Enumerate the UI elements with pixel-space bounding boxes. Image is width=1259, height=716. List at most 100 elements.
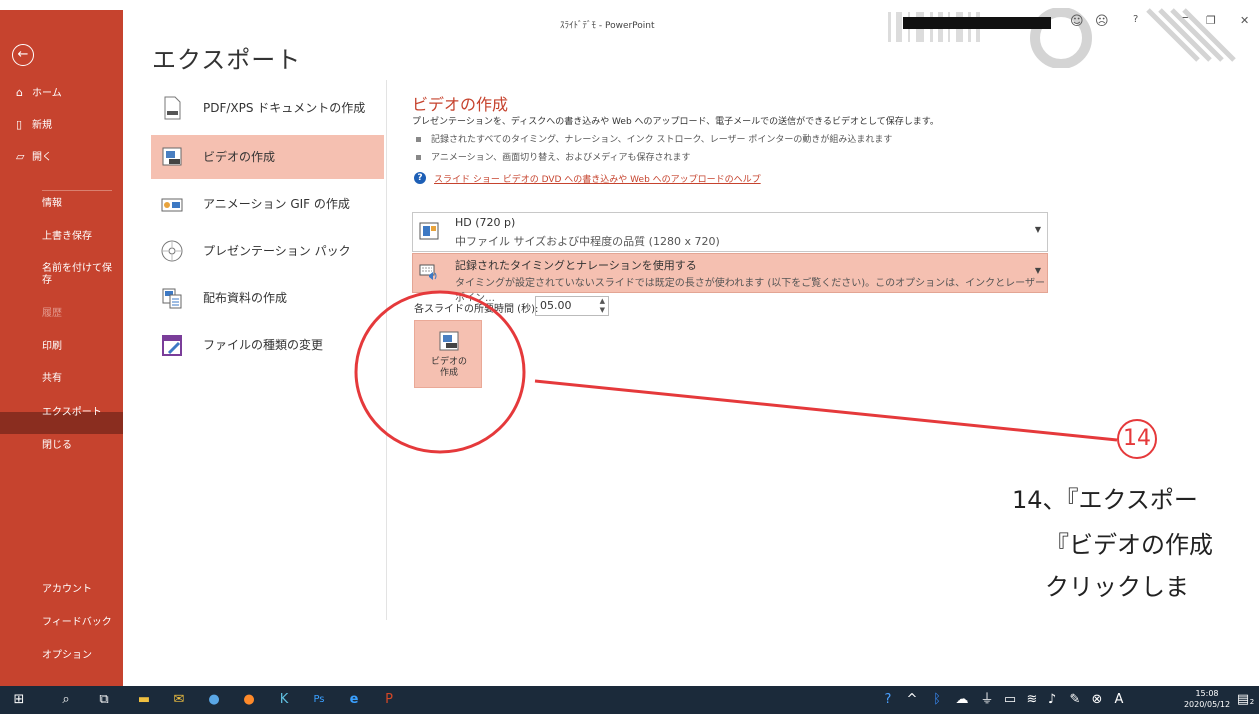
notification-count: 2 [1249, 698, 1255, 706]
sidebar-item-save[interactable]: 上書き保存 [0, 231, 123, 243]
chevron-down-icon: ▼ [1034, 225, 1041, 234]
window-title: ｽﾗｲﾄﾞﾃﾞﾓ - PowerPoint [560, 21, 655, 31]
smile-feedback-icon[interactable]: ☺ [1070, 14, 1084, 29]
handout-icon [162, 288, 182, 309]
windows-start-icon[interactable]: ⊞ [10, 691, 28, 709]
help-tray-icon[interactable]: ? [880, 691, 896, 709]
minimize-button[interactable]: – [1182, 10, 1189, 25]
battery-icon[interactable]: ▭ [1003, 691, 1017, 709]
export-option-label: PDF/XPS ドキュメントの作成 [203, 101, 366, 115]
clock-date[interactable]: 2020/05/12 [1183, 700, 1231, 709]
export-option-label: プレゼンテーション パック [203, 244, 351, 258]
sidebar-item-label: ホーム [32, 88, 62, 99]
sidebar-item-save-as[interactable]: 名前を付けて保 存 [0, 263, 123, 287]
sidebar-item-export[interactable]: エクスポート [0, 407, 123, 419]
panel-divider [386, 80, 387, 620]
sidebar-item-label: 開く [32, 152, 52, 163]
duration-spinner[interactable]: 05.00 ▲ ▼ [535, 296, 609, 316]
quality-dropdown[interactable]: HD (720 p) 中ファイル サイズおよび中程度の品質 (1280 x 72… [412, 212, 1048, 252]
sidebar-item-close[interactable]: 閉じる [0, 440, 123, 452]
help-question-icon: ? [414, 172, 426, 184]
bullet-text: 記録されたすべてのタイミング、ナレーション、インク ストローク、レーザー ポイン… [431, 135, 893, 145]
sidebar-item-open[interactable]: ▱ 開く [0, 150, 123, 165]
bluetooth-icon[interactable]: ᛒ [930, 691, 944, 709]
sidebar-item-history: 履歴 [42, 308, 62, 319]
sidebar-item-options[interactable]: オプション [0, 650, 123, 662]
bullet-square-icon [416, 155, 421, 160]
sidebar-item-print[interactable]: 印刷 [0, 341, 123, 353]
task-view-icon[interactable]: ⧉ [95, 691, 113, 709]
export-option-video[interactable]: ビデオの作成 [151, 135, 384, 179]
export-option-change-type[interactable]: ファイルの種類の変更 [151, 323, 384, 367]
pdf-icon [164, 96, 181, 120]
gif-icon [161, 198, 183, 212]
mail-icon[interactable]: ✉ [170, 691, 188, 709]
frown-feedback-icon[interactable]: ☹ [1095, 14, 1109, 29]
close-window-button[interactable]: ✕ [1240, 14, 1249, 27]
pen-icon[interactable]: ✎ [1068, 691, 1082, 709]
sidebar-item-info[interactable]: 情報 [0, 198, 123, 210]
edge-icon[interactable]: e [345, 691, 363, 709]
bullet-item: 記録されたすべてのタイミング、ナレーション、インク ストローク、レーザー ポイン… [416, 132, 892, 145]
app-k-icon[interactable]: K [275, 691, 293, 709]
help-button[interactable]: ? [1133, 14, 1138, 25]
hd-screen-icon [419, 222, 439, 240]
powerpoint-icon[interactable]: P [380, 691, 398, 709]
export-option-label: アニメーション GIF の作成 [203, 197, 350, 211]
sidebar-item-label: 新規 [32, 120, 52, 131]
photoshop-icon[interactable]: Ps [310, 691, 328, 709]
file-type-icon [162, 335, 182, 356]
restore-button[interactable]: ❐ [1206, 14, 1216, 27]
cd-icon [161, 240, 183, 262]
export-option-label: ビデオの作成 [203, 150, 276, 164]
firefox-icon[interactable]: ● [240, 691, 258, 709]
video-icon [439, 331, 459, 351]
chevron-up-icon[interactable]: ^ [905, 691, 919, 709]
export-option-handout[interactable]: 配布資料の作成 [151, 276, 384, 320]
export-option-package[interactable]: プレゼンテーション パック [151, 229, 384, 273]
quality-title: HD (720 p) [455, 216, 516, 229]
spinner-arrows-icon[interactable]: ▲ ▼ [600, 297, 605, 315]
timing-title: 記録されたタイミングとナレーションを使用する [455, 259, 697, 272]
narration-icon [419, 264, 437, 280]
export-option-label: ファイルの種類の変更 [203, 338, 324, 352]
browser-globe-icon[interactable]: ● [205, 691, 223, 709]
duration-value: 05.00 [540, 299, 572, 312]
search-icon[interactable]: ⌕ [57, 691, 75, 709]
volume-icon[interactable]: ♪ [1045, 691, 1059, 709]
home-icon: ⌂ [16, 86, 23, 99]
input-method-icon[interactable]: A [1112, 691, 1126, 709]
annotation-text-line1: 14、『エクスポー [1012, 486, 1198, 514]
annotation-text-line3: クリックしま [1045, 573, 1189, 601]
annotation-line [534, 379, 1118, 442]
video-section-description: プレゼンテーションを、ディスクへの書き込みや Web へのアップロード、電子メー… [412, 117, 939, 127]
sidebar-item-share[interactable]: 共有 [0, 373, 123, 385]
back-arrow-icon[interactable]: ← [12, 44, 34, 66]
page-title: エクスポート [152, 46, 302, 74]
bullet-text: アニメーション、画面切り替え、およびメディアも保存されます [431, 153, 691, 163]
cloud-icon[interactable]: ☁ [955, 691, 969, 709]
file-explorer-icon[interactable]: ▬ [135, 691, 153, 709]
duration-label: 各スライドの所要時間 (秒): [414, 304, 539, 315]
sidebar-item-home[interactable]: ⌂ ホーム [0, 86, 123, 101]
help-link[interactable]: スライド ショー ビデオの DVD への書き込みや Web へのアップロードのヘ… [434, 172, 761, 185]
export-option-label: 配布資料の作成 [203, 291, 288, 305]
sidebar-item-account[interactable]: アカウント [0, 584, 123, 596]
sidebar-item-feedback[interactable]: フィードバック [0, 617, 123, 629]
usb-icon[interactable]: ⏚ [980, 691, 994, 709]
backstage-sidebar: ← ⌂ ホーム ▯ 新規 ▱ 開く 情報 上書き保存 名前を付けて保 存 履歴 印刷 … [0, 10, 123, 686]
windows-taskbar: ⊞ ⌕ ⧉ ▬ ✉ ● ● K Ps e P ? ^ ᛒ ☁ ⏚ ▭ ≋ ♪ ✎… [0, 686, 1259, 714]
video-icon [162, 147, 182, 166]
folder-open-icon: ▱ [16, 150, 25, 163]
export-option-gif[interactable]: アニメーション GIF の作成 [151, 182, 384, 226]
blocked-icon[interactable]: ⊗ [1090, 691, 1104, 709]
wifi-icon[interactable]: ≋ [1025, 691, 1039, 709]
create-video-button[interactable]: ビデオの 作成 [414, 320, 482, 388]
redacted-account-name [903, 17, 1051, 29]
sidebar-item-new[interactable]: ▯ 新規 [0, 118, 123, 133]
new-doc-icon: ▯ [16, 118, 23, 131]
bullet-item: アニメーション、画面切り替え、およびメディアも保存されます [416, 150, 690, 163]
timing-dropdown[interactable]: 記録されたタイミングとナレーションを使用する タイミングが設定されていないスライ… [412, 253, 1048, 304]
clock-time[interactable]: 15:08 [1183, 689, 1231, 698]
export-option-pdf[interactable]: PDF/XPS ドキュメントの作成 [151, 86, 384, 130]
